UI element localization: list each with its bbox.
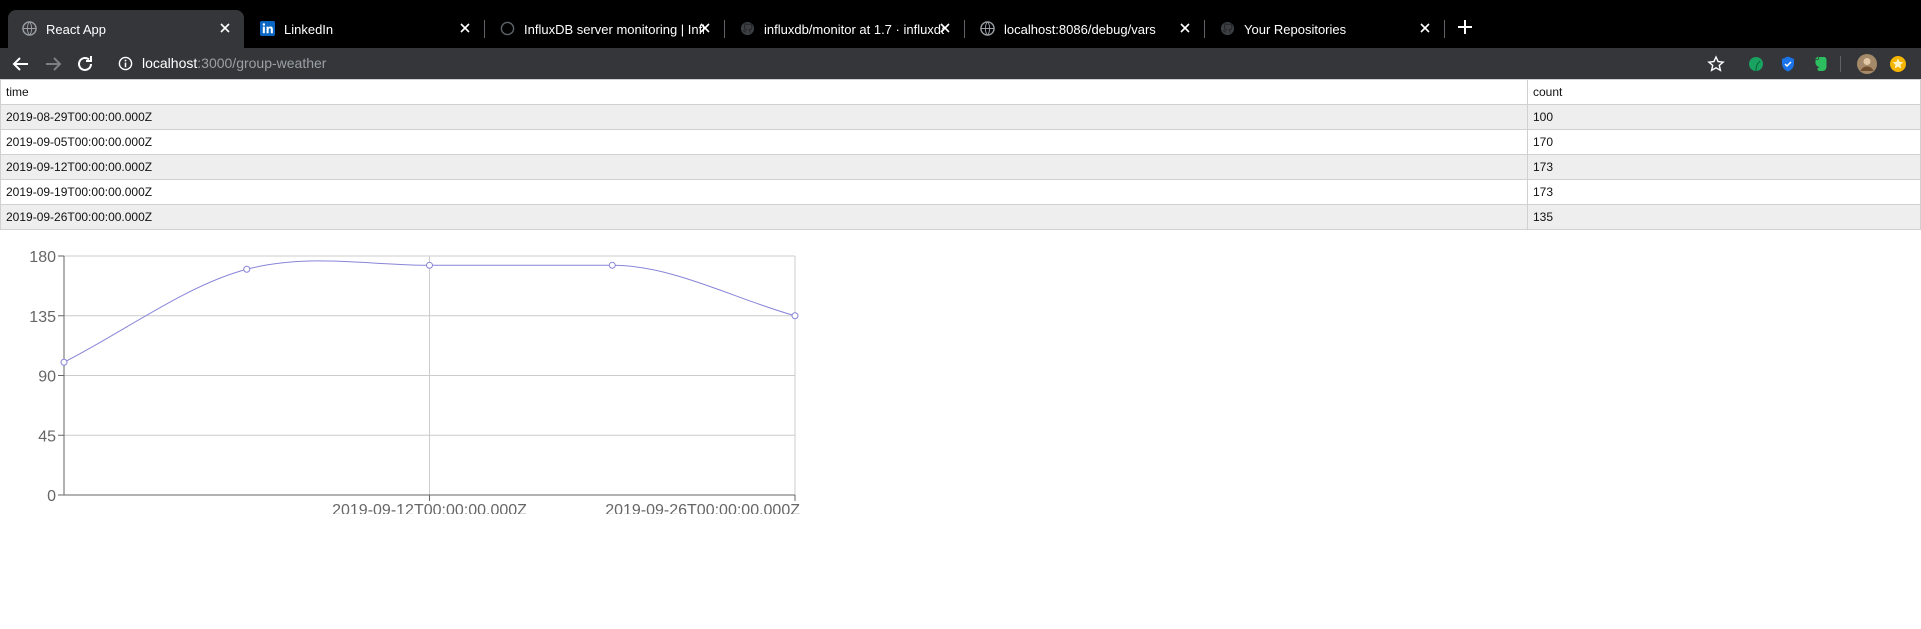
table-row: 2019-09-05T00:00:00.000Z 170: [0, 129, 1921, 155]
page-content: time count 2019-08-29T00:00:00.000Z 100 …: [0, 79, 1921, 629]
github-icon: [1220, 21, 1235, 36]
data-point: [426, 261, 433, 269]
column-header-count: count: [1527, 79, 1921, 105]
new-tab-plus-icon[interactable]: [1452, 14, 1478, 40]
table-cell-count: 173: [1527, 179, 1921, 205]
table-row: 2019-08-29T00:00:00.000Z 100: [0, 104, 1921, 130]
browser-toolbar: localhost:3000/group-weather: [0, 48, 1921, 79]
y-tick-label: 0: [47, 488, 56, 505]
data-point: [608, 261, 616, 269]
close-icon[interactable]: [1176, 19, 1194, 37]
table-cell-count: 135: [1527, 204, 1921, 230]
back-arrow-icon[interactable]: [10, 53, 32, 75]
address-bar[interactable]: localhost:3000/group-weather: [110, 50, 1720, 77]
info-icon[interactable]: [118, 56, 133, 71]
url-text: localhost:3000/group-weather: [142, 55, 326, 72]
table-cell-time: 2019-08-29T00:00:00.000Z: [0, 104, 1528, 130]
x-tick-label: 2019-09-12T00:00:00.000Z: [332, 502, 527, 514]
reload-icon[interactable]: [74, 53, 96, 75]
close-icon[interactable]: [1416, 19, 1434, 37]
y-axis-ticks: 0 45 90 135 180: [29, 249, 64, 505]
yellow-extension-icon[interactable]: [1889, 55, 1907, 73]
globe-icon: [980, 21, 995, 36]
table-cell-count: 170: [1527, 129, 1921, 155]
tab-localhost-debug-vars[interactable]: localhost:8086/debug/vars: [966, 10, 1205, 48]
table-cell-count: 100: [1527, 104, 1921, 130]
data-table: time count 2019-08-29T00:00:00.000Z 100 …: [0, 79, 1921, 230]
profile-avatar[interactable]: [1856, 53, 1878, 75]
toolbar-divider: [1840, 56, 1841, 72]
column-header-time: time: [0, 79, 1528, 105]
tab-title: LinkedIn: [284, 22, 334, 37]
evernote-extension-icon[interactable]: [1811, 55, 1829, 73]
table-cell-time: 2019-09-05T00:00:00.000Z: [0, 129, 1528, 155]
tab-title: influxdb/monitor at 1.7 · influxdat: [764, 22, 944, 37]
github-icon: [740, 21, 755, 36]
linkedin-icon: [260, 21, 275, 36]
bookmark-star-icon[interactable]: [1707, 55, 1725, 73]
table-row: 2019-09-12T00:00:00.000Z 173: [0, 154, 1921, 180]
tab-title: localhost:8086/debug/vars: [1004, 22, 1156, 37]
tab-react-app[interactable]: React App: [8, 10, 244, 48]
influxdb-icon: [500, 21, 515, 36]
y-tick-label: 45: [38, 428, 56, 445]
data-point: [60, 358, 68, 366]
x-tick-label: 2019-09-26T00:00:00.000Z: [605, 502, 800, 514]
tab-separator: [1444, 20, 1445, 38]
close-icon[interactable]: [456, 19, 474, 37]
tab-strip: React App LinkedIn InfluxDB server monit…: [0, 0, 1921, 48]
tab-separator: [964, 20, 965, 38]
close-icon[interactable]: [696, 19, 714, 37]
y-tick-label: 135: [29, 309, 56, 326]
table-cell-time: 2019-09-19T00:00:00.000Z: [0, 179, 1528, 205]
data-point: [243, 265, 251, 273]
line-chart: 0 45 90 135 180 2019-09-12T00:00:00.000Z 2019…: [29, 249, 800, 514]
green-leaf-extension-icon[interactable]: [1747, 55, 1765, 73]
y-tick-label: 180: [29, 249, 56, 266]
url-path: :3000/group-weather: [197, 55, 327, 71]
close-icon[interactable]: [216, 19, 234, 37]
tab-title: Your Repositories: [1244, 22, 1347, 37]
globe-icon: [22, 21, 37, 36]
tab-linkedin[interactable]: LinkedIn: [246, 10, 485, 48]
tab-separator: [724, 20, 725, 38]
table-cell-time: 2019-09-12T00:00:00.000Z: [0, 154, 1528, 180]
url-host: localhost: [142, 55, 198, 71]
legend-label-count: count: [381, 511, 423, 514]
tab-separator: [1204, 20, 1205, 38]
table-cell-count: 173: [1527, 154, 1921, 180]
chart-grid: [64, 255, 796, 495]
table-row: 2019-09-19T00:00:00.000Z 173: [0, 179, 1921, 205]
tab-github-influxdb-monitor[interactable]: influxdb/monitor at 1.7 · influxdat: [726, 10, 965, 48]
close-icon[interactable]: [936, 19, 954, 37]
data-point: [791, 312, 799, 320]
forward-arrow-icon[interactable]: [42, 53, 64, 75]
table-header-row: time count: [0, 79, 1921, 105]
shield-extension-icon[interactable]: [1779, 55, 1797, 73]
tab-influxdb-monitoring[interactable]: InfluxDB server monitoring | Influ: [486, 10, 725, 48]
tab-your-repositories[interactable]: Your Repositories: [1206, 10, 1445, 48]
tab-title: React App: [46, 22, 106, 37]
tab-separator: [484, 20, 485, 38]
y-tick-label: 90: [38, 369, 56, 386]
tab-title: InfluxDB server monitoring | Influ: [524, 22, 704, 37]
